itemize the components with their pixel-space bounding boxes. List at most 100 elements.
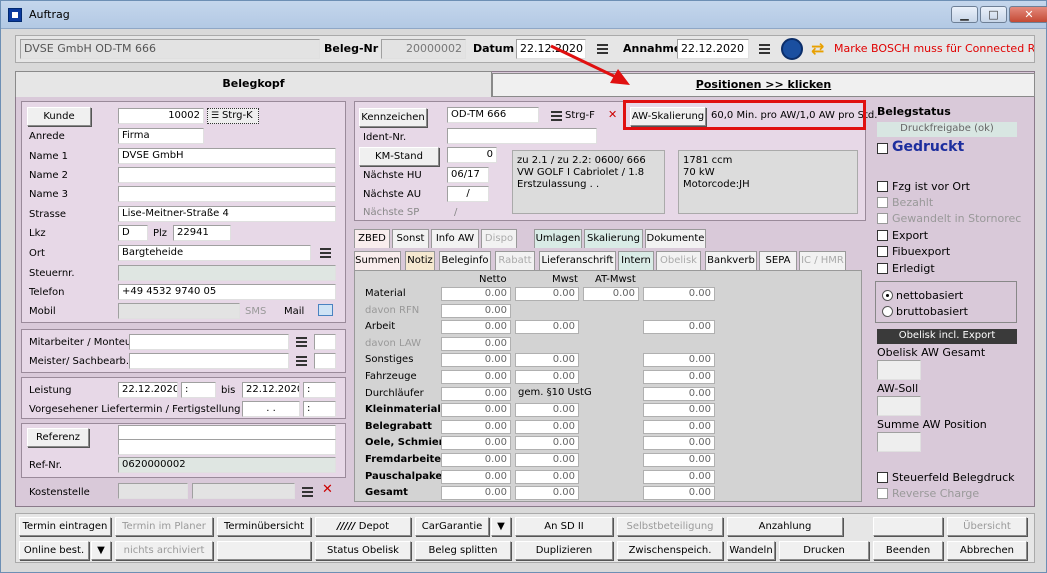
mitarbeiter-field[interactable] — [129, 334, 289, 350]
tab-intern[interactable]: Intern — [618, 251, 654, 270]
steuerfeld-checkbox[interactable] — [877, 472, 888, 483]
name3-field[interactable] — [118, 186, 336, 202]
duplizieren-button[interactable]: Duplizieren — [515, 541, 613, 560]
kennzeichen-clear-icon[interactable]: ✕ — [608, 108, 617, 121]
gewandelt-checkbox[interactable] — [877, 213, 888, 224]
tab-skalierung[interactable]: Skalierung — [584, 229, 643, 248]
ort-list-icon[interactable] — [320, 248, 331, 258]
annahme-field[interactable]: 22.12.2020 — [677, 39, 749, 59]
ident-field[interactable] — [447, 128, 597, 144]
tab-belegkopf[interactable]: Belegkopf — [15, 71, 492, 97]
netto-radio[interactable] — [882, 290, 893, 301]
tab-sonst[interactable]: Sonst — [392, 229, 429, 248]
abbrechen-button[interactable]: Abbrechen — [947, 541, 1027, 560]
steuernr-field[interactable] — [118, 265, 336, 281]
brutto-radio[interactable] — [882, 306, 893, 317]
tab-beleginfo[interactable]: Beleginfo — [439, 251, 491, 270]
tab-umlagen[interactable]: Umlagen — [534, 229, 582, 248]
km-stand-button[interactable]: KM-Stand — [359, 147, 439, 166]
empty-button-1[interactable] — [873, 517, 943, 536]
termin-planer-button[interactable]: Termin im Planer — [115, 517, 213, 536]
status-obelisk-button[interactable]: Status Obelisk — [315, 541, 411, 560]
telefon-field[interactable]: +49 4532 9740 05 — [118, 284, 336, 300]
kostenstelle-list-icon[interactable] — [302, 487, 313, 497]
kunde-field[interactable]: 10002 — [118, 108, 204, 124]
kunde-button[interactable]: Kunde — [27, 107, 91, 126]
tab-rabatt[interactable]: Rabatt — [495, 251, 535, 270]
referenz-field-2[interactable] — [118, 439, 336, 455]
leistung-bis-field[interactable]: 22.12.2020 — [242, 382, 300, 398]
leistung-von-field[interactable]: 22.12.2020 — [118, 382, 178, 398]
minimize-button[interactable]: ▁ — [951, 6, 978, 23]
aw-soll-field[interactable] — [877, 396, 921, 416]
customer-header-field[interactable]: DVSE GmbH OD-TM 666 — [20, 39, 320, 59]
swap-arrows-icon[interactable]: ⇄ — [811, 39, 824, 58]
plz-field[interactable]: 22941 — [173, 225, 231, 241]
depot-button[interactable]: ///// Depot — [315, 517, 411, 536]
uebersicht-button[interactable]: Übersicht — [947, 517, 1027, 536]
selbstbeteiligung-button[interactable]: Selbstbeteiligung — [617, 517, 723, 536]
tab-dokumente[interactable]: Dokumente — [645, 229, 706, 248]
strg-f-label[interactable]: Strg-F — [565, 110, 595, 121]
erledigt-checkbox[interactable] — [877, 263, 888, 274]
meister-list-icon[interactable] — [296, 356, 307, 366]
lkz-field[interactable]: D — [118, 225, 148, 241]
terminuebersicht-button[interactable]: Terminübersicht — [217, 517, 311, 536]
zwischenspeichern-button[interactable]: Zwischenspeich. — [617, 541, 723, 560]
reverse-charge-checkbox[interactable] — [877, 488, 888, 499]
ort-field[interactable]: Bargteheide — [118, 245, 311, 261]
name1-field[interactable]: DVSE GmbH — [118, 148, 336, 164]
mobil-field[interactable] — [118, 303, 240, 319]
hu-field[interactable]: 06/17 — [447, 167, 489, 183]
refnr-field[interactable]: 0620000002 — [118, 457, 336, 473]
nichts-archiviert-button[interactable]: nichts archiviert — [115, 541, 213, 560]
kennzeichen-button[interactable]: Kennzeichen — [359, 108, 427, 127]
leistung-von-time[interactable]: : — [181, 382, 216, 398]
sms-label[interactable]: SMS — [245, 306, 266, 317]
kennzeichen-field[interactable]: OD-TM 666 — [447, 107, 539, 123]
mail-label[interactable]: Mail — [284, 306, 304, 317]
tab-obelisk[interactable]: Obelisk — [656, 251, 701, 270]
strasse-field[interactable]: Lise-Meitner-Straße 4 — [118, 206, 336, 222]
anzahlung-button[interactable]: Anzahlung — [727, 517, 843, 536]
strg-k-button[interactable]: ☰ Strg-K — [207, 108, 259, 124]
tab-sepa[interactable]: SEPA — [759, 251, 797, 270]
referenz-button[interactable]: Referenz — [27, 428, 89, 447]
export-checkbox[interactable] — [877, 230, 888, 241]
cargarantie-dropdown[interactable]: ▼ — [491, 517, 511, 536]
liefertermin-time[interactable]: : — [303, 401, 336, 417]
bezahlt-checkbox[interactable] — [877, 197, 888, 208]
tab-zbed[interactable]: ZBED — [354, 229, 390, 248]
annahme-list-icon[interactable] — [759, 44, 770, 54]
summe-aw-field[interactable] — [877, 432, 921, 452]
beleg-nr-field[interactable]: 20000002 — [381, 39, 466, 59]
drucken-button[interactable]: Drucken — [779, 541, 869, 560]
gedruckt-checkbox[interactable] — [877, 143, 888, 154]
name2-field[interactable] — [118, 167, 336, 183]
meister-field[interactable] — [129, 353, 289, 369]
online-best-button[interactable]: Online best. — [19, 541, 89, 560]
tab-dispo[interactable]: Dispo — [481, 229, 517, 248]
km-field[interactable]: 0 — [447, 147, 497, 163]
au-field[interactable]: / — [447, 186, 489, 202]
kennzeichen-list-icon[interactable] — [551, 111, 562, 121]
close-button[interactable]: ✕ — [1009, 6, 1047, 23]
kostenstelle-clear-icon[interactable]: ✕ — [322, 482, 333, 497]
online-best-dropdown[interactable]: ▼ — [91, 541, 111, 560]
beenden-button[interactable]: Beenden — [873, 541, 943, 560]
tab-summen[interactable]: Summen — [354, 251, 401, 270]
liefertermin-field[interactable]: . . — [242, 401, 300, 417]
cargarantie-button[interactable]: CarGarantie — [415, 517, 489, 536]
meister-extra-field[interactable] — [314, 353, 336, 369]
leistung-bis-time[interactable]: : — [303, 382, 336, 398]
connected-repair-icon[interactable] — [781, 38, 803, 60]
mitarbeiter-extra-field[interactable] — [314, 334, 336, 350]
beleg-splitten-button[interactable]: Beleg splitten — [415, 541, 511, 560]
an-sd-ii-button[interactable]: An SD II — [515, 517, 613, 536]
fibuexport-checkbox[interactable] — [877, 246, 888, 257]
tab-info-aw[interactable]: Info AW — [431, 229, 479, 248]
tab-ic-hmr[interactable]: IC / HMR — [799, 251, 846, 270]
mitarbeiter-list-icon[interactable] — [296, 337, 307, 347]
tab-lieferanschrift[interactable]: Lieferanschrift — [539, 251, 616, 270]
maximize-button[interactable]: □ — [980, 6, 1007, 23]
